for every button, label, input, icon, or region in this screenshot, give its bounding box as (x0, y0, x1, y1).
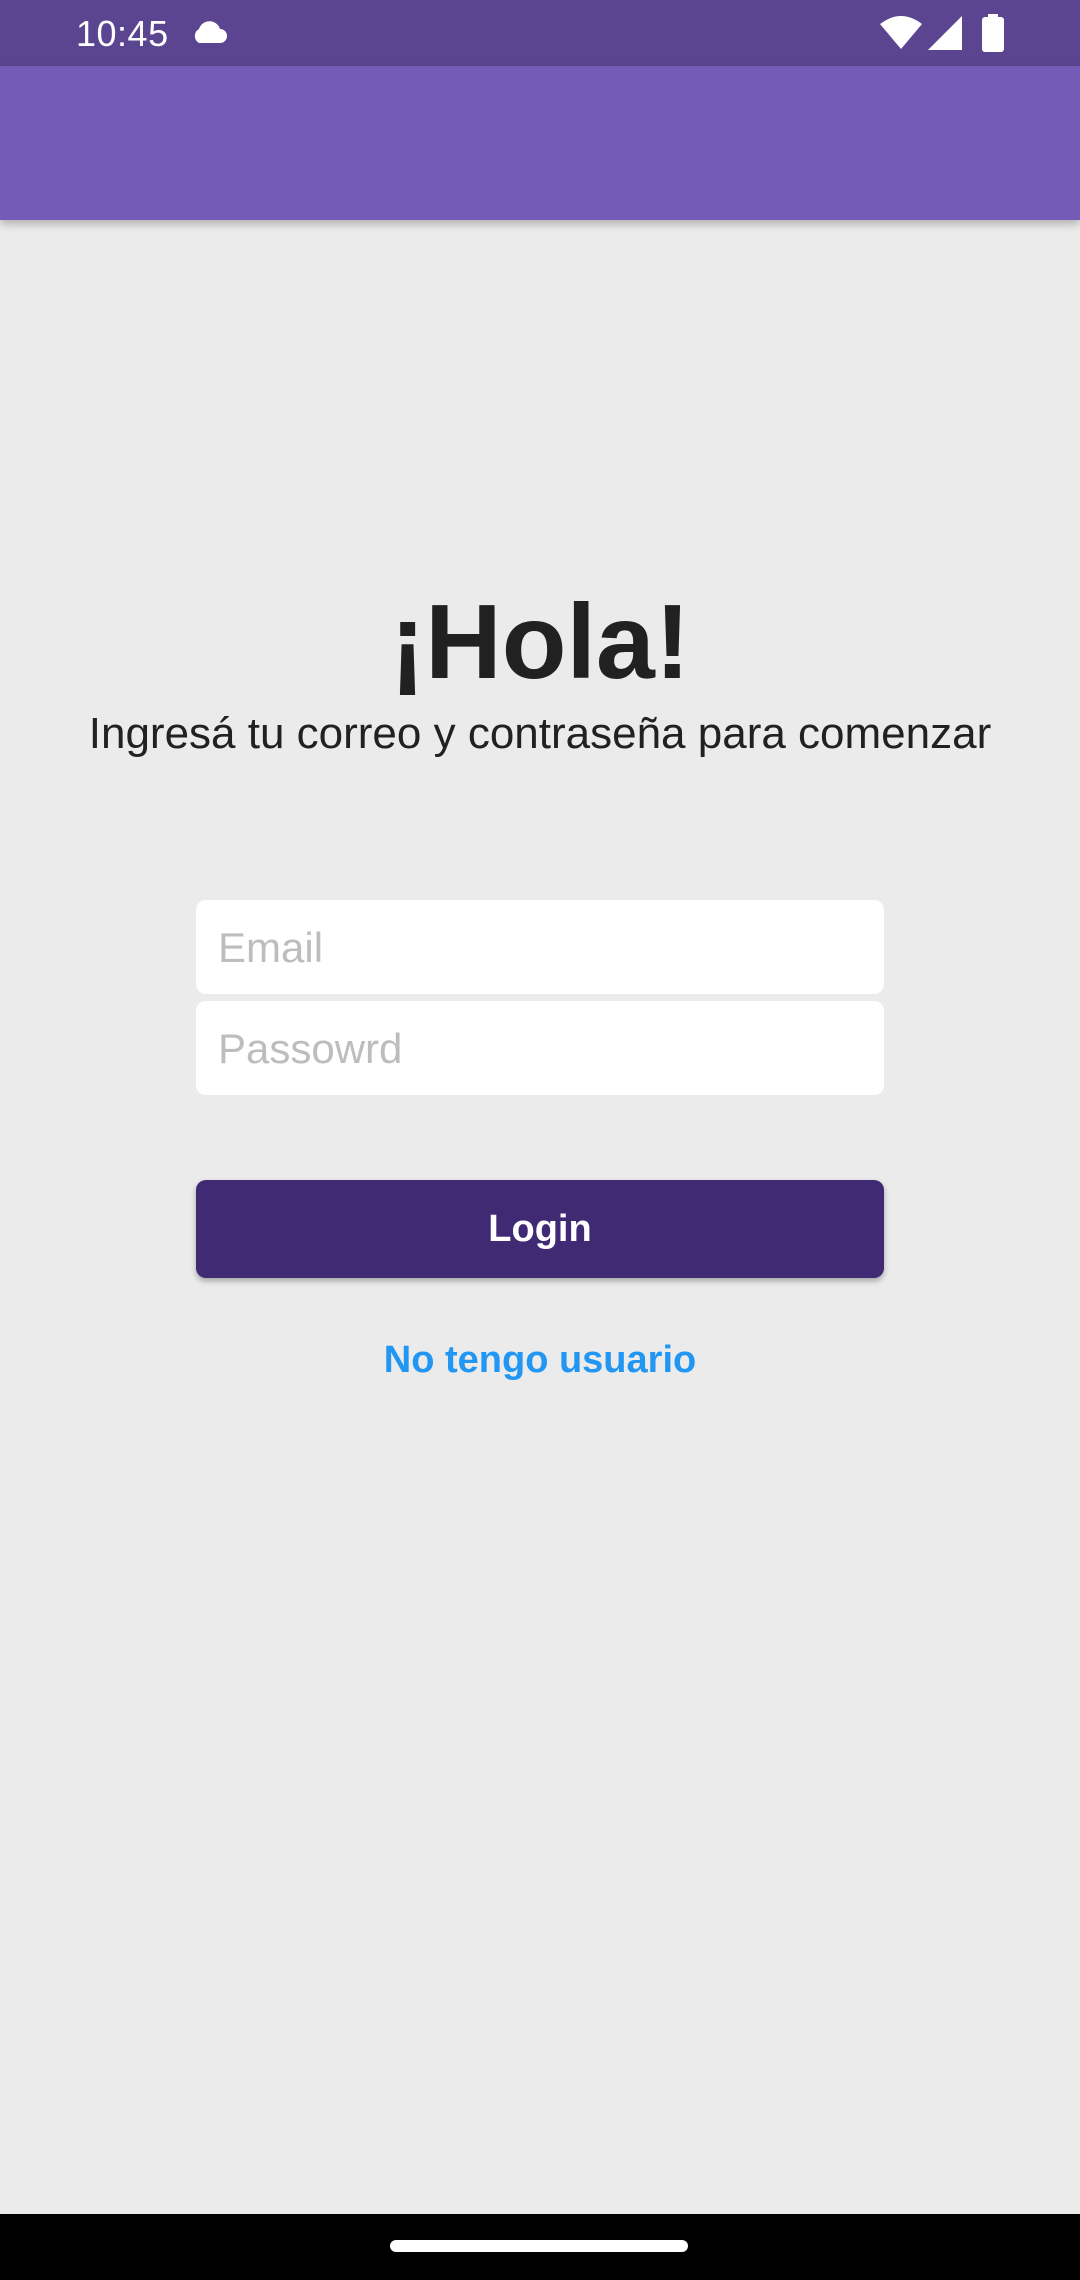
page-title: ¡Hola! (389, 583, 691, 701)
register-link[interactable]: No tengo usuario (0, 1334, 1080, 1386)
battery-icon (982, 14, 1004, 52)
cloud-icon (194, 21, 227, 43)
email-field-container (196, 900, 888, 996)
status-time: 10:45 (76, 13, 169, 54)
login-button[interactable]: Login (196, 1180, 884, 1278)
page-subtitle: Ingresá tu correo y contraseña para come… (88, 709, 992, 758)
wifi-icon (880, 16, 922, 49)
password-input[interactable] (216, 1001, 888, 1097)
email-input[interactable] (216, 900, 888, 996)
password-field-container (196, 1001, 888, 1097)
home-indicator[interactable] (390, 2240, 688, 2252)
app-bar (0, 66, 1080, 220)
status-bar: 10:45 (0, 0, 1080, 66)
signal-icon (928, 16, 962, 50)
